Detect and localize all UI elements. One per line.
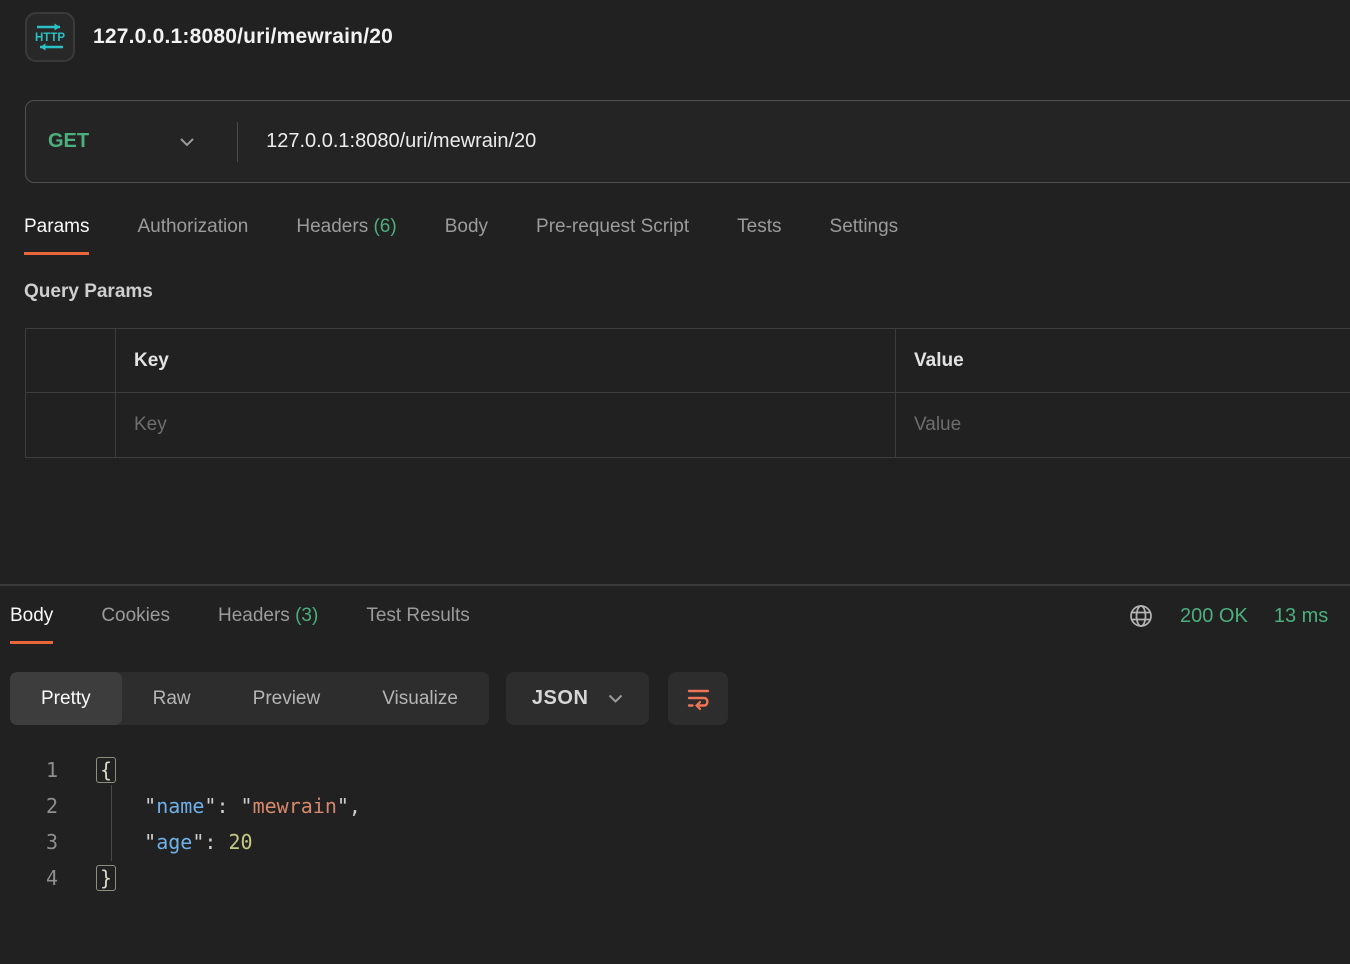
globe-icon[interactable] bbox=[1128, 603, 1154, 629]
http-icon: HTTP bbox=[31, 18, 69, 56]
tab-settings[interactable]: Settings bbox=[830, 216, 899, 255]
line-number: 4 bbox=[0, 860, 58, 896]
format-dropdown[interactable]: JSON bbox=[506, 672, 649, 725]
divider bbox=[237, 122, 238, 162]
tab-response-headers[interactable]: Headers (3) bbox=[218, 605, 318, 644]
query-params-table: Key Value Key Value bbox=[25, 328, 1350, 458]
tab-test-results[interactable]: Test Results bbox=[366, 605, 469, 644]
request-tabs: Params Authorization Headers (6) Body Pr… bbox=[24, 216, 898, 255]
headers-count-badge: (6) bbox=[373, 216, 396, 237]
table-header-row: Key Value bbox=[26, 329, 1350, 393]
response-tabs: Body Cookies Headers (3) Test Results bbox=[10, 605, 470, 644]
code-line: 3 "age": 20 bbox=[0, 824, 1350, 860]
query-params-title: Query Params bbox=[24, 281, 153, 303]
key-input[interactable]: Key bbox=[116, 393, 896, 457]
json-key: age bbox=[156, 830, 192, 854]
chevron-down-icon[interactable] bbox=[179, 137, 195, 147]
url-input[interactable]: 127.0.0.1:8080/uri/mewrain/20 bbox=[266, 130, 536, 153]
status-badge: 200 OK bbox=[1180, 605, 1248, 628]
json-string-value: mewrain bbox=[253, 794, 337, 818]
request-title: 127.0.0.1:8080/uri/mewrain/20 bbox=[93, 25, 393, 49]
code-line: 4} bbox=[0, 860, 1350, 896]
checkbox-column-header bbox=[26, 329, 116, 392]
value-input[interactable]: Value bbox=[896, 393, 1350, 457]
view-tab-preview[interactable]: Preview bbox=[222, 672, 352, 725]
view-tab-pretty[interactable]: Pretty bbox=[10, 672, 122, 725]
code-line: 2 "name": "mewrain", bbox=[0, 788, 1350, 824]
tab-body[interactable]: Body bbox=[445, 216, 488, 255]
http-request-icon: HTTP bbox=[25, 12, 75, 62]
value-column-header: Value bbox=[896, 329, 1350, 392]
method-selector[interactable]: GET bbox=[48, 130, 89, 153]
response-view-bar: Pretty Raw Preview Visualize JSON bbox=[10, 672, 728, 725]
request-url-bar: GET 127.0.0.1:8080/uri/mewrain/20 bbox=[25, 100, 1350, 183]
response-body-code[interactable]: 1{ 2 "name": "mewrain", 3 "age": 20 4} bbox=[0, 752, 1350, 896]
line-number: 3 bbox=[0, 824, 58, 860]
code-line: 1{ bbox=[0, 752, 1350, 788]
line-number: 1 bbox=[0, 752, 58, 788]
response-time: 13 ms bbox=[1274, 605, 1328, 628]
app-header: HTTP 127.0.0.1:8080/uri/mewrain/20 bbox=[25, 12, 393, 62]
chevron-down-icon bbox=[608, 694, 623, 703]
tab-params[interactable]: Params bbox=[24, 216, 89, 255]
indent-guide bbox=[111, 785, 112, 861]
json-number-value: 20 bbox=[228, 830, 252, 854]
json-key: name bbox=[156, 794, 204, 818]
view-tab-visualize[interactable]: Visualize bbox=[351, 672, 489, 725]
tab-authorization[interactable]: Authorization bbox=[137, 216, 248, 255]
response-headers-count-badge: (3) bbox=[295, 605, 318, 626]
tab-headers[interactable]: Headers (6) bbox=[296, 216, 396, 255]
table-row: Key Value bbox=[26, 393, 1350, 457]
tab-tests[interactable]: Tests bbox=[737, 216, 781, 255]
response-meta: 200 OK 13 ms bbox=[1128, 603, 1328, 629]
tab-cookies[interactable]: Cookies bbox=[101, 605, 170, 644]
tab-response-body[interactable]: Body bbox=[10, 605, 53, 644]
wrap-lines-button[interactable] bbox=[668, 672, 728, 725]
row-checkbox-cell[interactable] bbox=[26, 393, 116, 457]
view-tab-raw[interactable]: Raw bbox=[122, 672, 222, 725]
line-number: 2 bbox=[0, 788, 58, 824]
wrap-lines-icon bbox=[684, 686, 712, 712]
open-brace[interactable]: { bbox=[96, 757, 116, 783]
svg-text:HTTP: HTTP bbox=[35, 32, 65, 44]
pane-divider[interactable] bbox=[0, 584, 1350, 586]
close-brace[interactable]: } bbox=[96, 865, 116, 891]
tab-pre-request-script[interactable]: Pre-request Script bbox=[536, 216, 689, 255]
view-segmented-control: Pretty Raw Preview Visualize bbox=[10, 672, 489, 725]
format-label: JSON bbox=[532, 687, 588, 710]
key-column-header: Key bbox=[116, 329, 896, 392]
